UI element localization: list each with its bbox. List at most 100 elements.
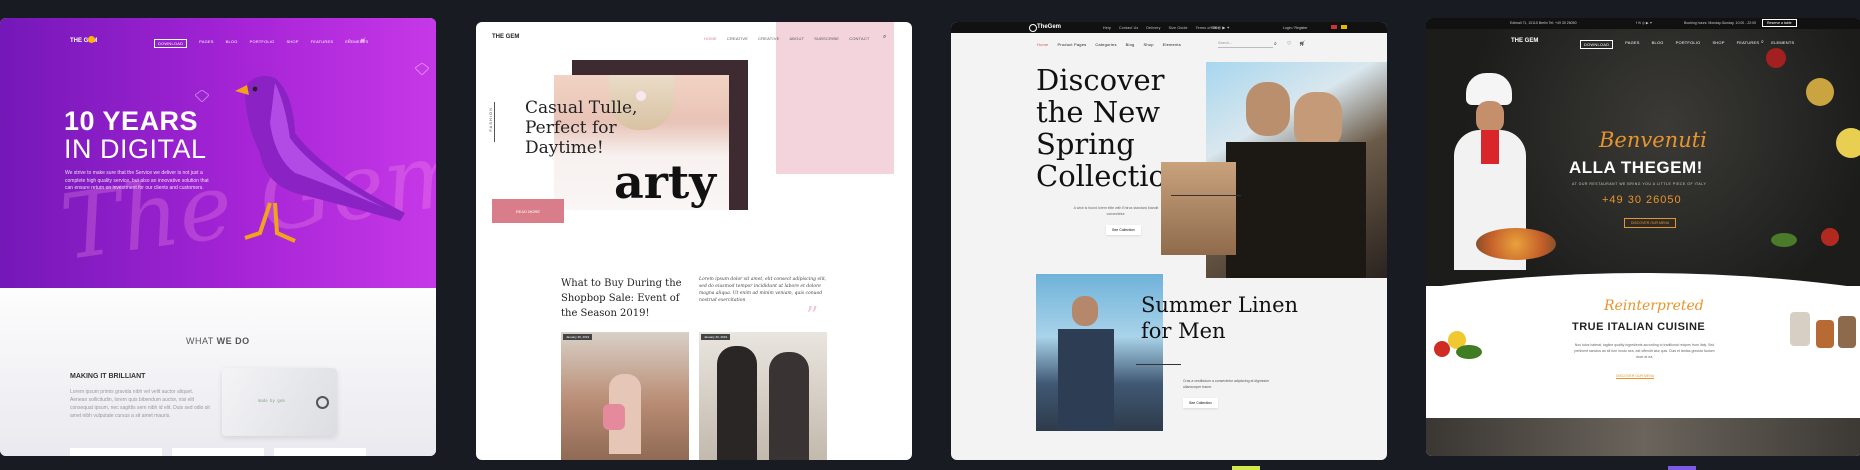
category-label: FASHION <box>488 107 493 132</box>
cart-icon[interactable]: 🛒︎ <box>360 38 366 44</box>
social-icons[interactable]: f ✉ ◎ ▶ ✦ <box>1211 25 1230 30</box>
search-input[interactable]: Search... <box>1218 41 1273 48</box>
search-icon[interactable]: ⌕ <box>883 34 886 41</box>
social-icons[interactable]: f ✉ ◎ ▶ ✦ <box>1636 21 1652 25</box>
post-thumbnail-2[interactable]: January 26, 2019 <box>699 332 827 460</box>
model-face <box>1072 296 1098 326</box>
diamond-decoration <box>415 63 429 75</box>
login-link[interactable]: Login / Register <box>1283 26 1308 30</box>
logo[interactable]: THE GEM <box>1511 38 1538 44</box>
demo-card-fashion-blog[interactable]: THE GEM HOME CREATIVE CREATIVE ABOUT SUBSCRI… <box>476 22 912 460</box>
vertical-divider <box>494 102 495 142</box>
discover-menu-button[interactable]: DISCOVER OUR MENU <box>1624 218 1677 228</box>
nav-item[interactable]: CONTACT <box>849 36 869 41</box>
main-nav: Home Product Pages Categories Blog Shop Eleme… <box>1037 42 1181 47</box>
model-face <box>1246 82 1290 136</box>
feature-card <box>172 448 264 456</box>
post-thumbnail-1[interactable]: January 26, 2019 <box>561 332 689 460</box>
feature-text: Lorem ipsum primis gravida nibh vel veli… <box>70 389 210 419</box>
vegetables-image <box>1426 323 1486 373</box>
discover-menu-link[interactable]: DISCOVER OUR MENU <box>1616 374 1655 379</box>
restaurant-interior-strip <box>1426 418 1860 456</box>
nav-item[interactable]: DOWNLOAD <box>154 39 188 48</box>
diamond-decoration <box>195 90 209 102</box>
demo-card-fashion-shop[interactable]: TheGem Help Contact Us Delivery Size Guide T… <box>951 22 1387 460</box>
model-figure <box>769 352 809 460</box>
nav-item[interactable]: FEATURES <box>311 39 334 48</box>
see-collection-button[interactable]: See Collection <box>1106 225 1141 235</box>
pizza-image <box>1476 228 1556 260</box>
nav-item[interactable]: SHOP <box>286 39 298 48</box>
section-title: TRUE ITALIAN CUISINE <box>1572 321 1706 333</box>
script-subtitle: Reinterpreted <box>1604 298 1704 314</box>
hero-headline-line1: 10 YEARS <box>64 106 199 136</box>
nav-item[interactable]: SUBSCRIBE <box>814 36 839 41</box>
purple-bird-illustration <box>235 75 405 243</box>
nav-item[interactable]: PAGES <box>1625 40 1640 49</box>
divider-line <box>1136 364 1181 365</box>
nav-item[interactable]: Blog <box>1126 42 1135 47</box>
main-nav: HOME CREATIVE CREATIVE ABOUT SUBSCRIBE CONTAC… <box>704 36 870 41</box>
top-link[interactable]: Size Guide <box>1169 26 1188 30</box>
article-title[interactable]: What to Buy During the Shopbop Sale: Eve… <box>561 276 693 321</box>
logo-gem-icon <box>88 36 95 43</box>
script-greeting: Benvenuti <box>1599 128 1707 152</box>
hero-blurb: A wish is found lorem elite with Entrus … <box>1073 206 1159 216</box>
what-we-do-section: WHAT WE DO MAKING IT BRILLIANT Lorem ips… <box>0 288 436 456</box>
top-link[interactable]: Delivery <box>1146 26 1160 30</box>
tag-hole <box>316 396 329 409</box>
nav-item[interactable]: PORTFOLIO <box>1676 40 1701 49</box>
flag-icon[interactable] <box>1331 25 1337 29</box>
nav-item[interactable]: Home <box>1037 42 1048 47</box>
top-link[interactable]: Contact Us <box>1119 26 1138 30</box>
nav-item[interactable]: CREATIVE <box>727 36 748 41</box>
search-icon[interactable]: ⌕ <box>1274 41 1277 47</box>
nav-item[interactable]: PORTFOLIO <box>250 39 275 48</box>
reserve-button[interactable]: Reserve a table <box>1762 19 1797 27</box>
nav-item[interactable]: BLOG <box>226 39 238 48</box>
logo-icon <box>1029 24 1037 32</box>
nav-item[interactable]: DOWNLOAD <box>1580 40 1614 49</box>
nav-item[interactable]: SHOP <box>1712 40 1724 49</box>
see-collection-button[interactable]: See Collection <box>1183 398 1218 408</box>
hero-section: THE GEM DOWNLOAD PAGES BLOG PORTFOLIO SHOP FE… <box>0 18 436 288</box>
search-icon[interactable]: ⌕ <box>348 38 351 44</box>
nav-item[interactable]: Product Pages <box>1057 42 1086 47</box>
logo[interactable]: THE GEM <box>492 34 519 40</box>
nav-item[interactable]: CREATIVE <box>758 36 779 41</box>
top-bar: TheGem Help Contact Us Delivery Size Guide T… <box>951 22 1387 33</box>
nav-item[interactable]: FEATURES <box>1737 40 1760 49</box>
accent-bar <box>1668 466 1696 470</box>
nav-item[interactable]: ABOUT <box>789 36 804 41</box>
cart-icon[interactable]: 🛒︎ <box>1299 41 1305 47</box>
lemon-image <box>1806 78 1834 106</box>
demo-card-creative[interactable]: THE GEM DOWNLOAD PAGES BLOG PORTFOLIO SHOP FE… <box>0 18 436 456</box>
hero-intro-text: We strive to make sure that the Service … <box>65 170 209 191</box>
search-icon[interactable]: ⌕ <box>1761 39 1764 45</box>
nav-item[interactable]: HOME <box>704 36 717 41</box>
read-more-button[interactable]: READ MORE <box>492 199 564 223</box>
basil-image <box>1771 233 1797 247</box>
demo-card-restaurant[interactable]: Edimall 71, 10115 Berlin Tel: +49 30 260… <box>1426 18 1860 456</box>
nav-item[interactable]: PAGES <box>199 39 214 48</box>
men-blurb: Cras a vestibulum a consectetur adipisci… <box>1183 379 1269 389</box>
pink-bag <box>603 404 625 430</box>
phone-number: +49 30 26050 <box>1602 194 1682 206</box>
nav-item[interactable]: Shop <box>1143 42 1153 47</box>
post-date-badge: January 26, 2019 <box>701 334 731 340</box>
nav-item[interactable]: BLOG <box>1652 40 1664 49</box>
top-link[interactable]: Help <box>1103 26 1111 30</box>
men-headline: Summer Linen for Men <box>1141 293 1299 343</box>
flag-icon[interactable] <box>1341 25 1347 29</box>
logo[interactable]: TheGem <box>1037 24 1061 30</box>
nav-item[interactable]: Categories <box>1095 42 1116 47</box>
hero-title: ALLA THEGEM! <box>1569 158 1703 177</box>
accent-bar <box>1232 466 1260 470</box>
wishlist-icon[interactable]: ♡ <box>1287 41 1291 47</box>
shirt-print-text: arty <box>614 155 717 209</box>
hero-section: Edimall 71, 10115 Berlin Tel: +49 30 260… <box>1426 18 1860 286</box>
divider-line <box>1171 195 1241 196</box>
nav-item[interactable]: Elements <box>1163 42 1181 47</box>
chef-face <box>1476 101 1504 133</box>
model-outfits <box>1226 142 1366 278</box>
